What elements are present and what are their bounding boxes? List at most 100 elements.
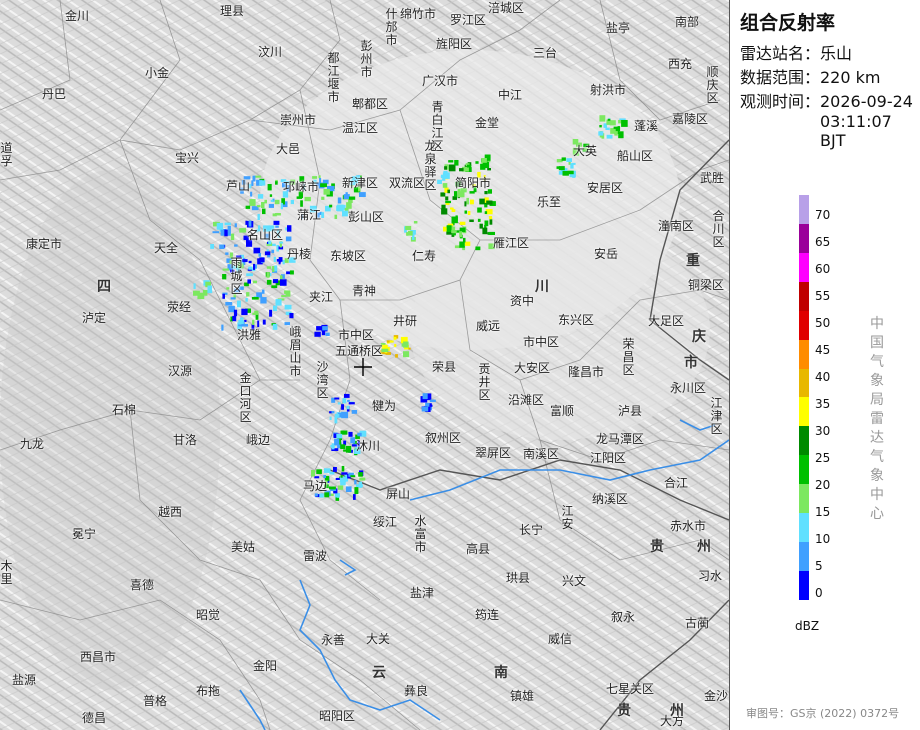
echo-cell — [482, 227, 488, 235]
echo-cell — [561, 157, 566, 161]
radar-map[interactable]: 金川 理县 什邡市 绵竹市 罗江区 涪城区 南部 盐亭 汶川 彭州市 旌阳区 三台 小金 都江堰市 广汉市西… — [0, 0, 729, 730]
province-label: 重 — [686, 253, 700, 269]
echo-cell — [330, 444, 335, 448]
echo-cell — [331, 411, 335, 414]
echo-cell — [275, 181, 278, 185]
echo-cell — [210, 244, 214, 249]
echo-cell — [324, 468, 331, 473]
place-label: 射洪市 — [590, 83, 627, 97]
echo-cell — [321, 212, 325, 218]
echo-cell — [252, 312, 259, 315]
echo-cell — [350, 475, 356, 478]
color-scale-segment — [799, 484, 809, 514]
echo-cell — [285, 236, 292, 242]
province-label: 南 — [494, 665, 508, 681]
echo-cell — [267, 184, 272, 191]
echo-cell — [224, 222, 231, 226]
echo-cell — [344, 393, 350, 398]
echo-cell — [321, 196, 325, 200]
place-label: 理县 — [220, 4, 245, 18]
echo-cell — [345, 445, 352, 453]
echo-cell — [272, 323, 278, 330]
place-label: 西充 — [668, 57, 693, 71]
echo-cell — [347, 399, 350, 402]
echo-cell — [489, 219, 493, 225]
province-label: 州 — [670, 703, 684, 719]
place-label: 威信 — [548, 632, 573, 646]
echo-cell — [467, 211, 471, 215]
echo-cell — [451, 209, 456, 212]
echo-cell — [224, 229, 228, 237]
echo-cell — [258, 253, 262, 257]
echo-cell — [599, 125, 602, 128]
echo-cell — [609, 120, 616, 126]
echo-cell — [429, 404, 433, 407]
place-label: 绵竹市 — [400, 7, 437, 21]
place-label: 涪城区 — [488, 1, 525, 15]
echo-cell — [479, 223, 483, 229]
echo-cell — [421, 406, 429, 412]
place-label: 彭州市 — [360, 39, 373, 79]
place-label: 大足区 — [648, 314, 685, 328]
echo-cell — [448, 160, 454, 163]
echo-cell — [470, 199, 474, 205]
echo-cell — [278, 260, 281, 265]
echo-cell — [261, 289, 265, 294]
range-label: 数据范围： — [740, 68, 821, 87]
province-label: 市 — [684, 355, 698, 371]
echo-cell — [248, 220, 252, 227]
echo-cell — [475, 246, 481, 251]
echo-cell — [266, 266, 272, 269]
place-label: 越西 — [158, 505, 183, 519]
place-label: 龙马潭区 — [596, 432, 645, 446]
echo-cell — [567, 170, 574, 175]
color-scale-tick: 40 — [815, 370, 831, 384]
echo-cell — [484, 220, 489, 227]
echo-cell — [245, 298, 248, 302]
organization-name: 中国气象局雷达气象中心 — [870, 316, 884, 522]
place-label: 蓬溪 — [634, 119, 659, 133]
echo-cell — [316, 469, 322, 474]
province-label: 贵 — [617, 703, 631, 719]
echo-cell — [334, 413, 340, 417]
place-label: 崇州市 — [280, 113, 317, 127]
echo-cell — [429, 399, 436, 403]
place-label: 南溪区 — [523, 447, 560, 461]
place-label: 彭山区 — [348, 210, 385, 224]
place-label: 木里 — [0, 559, 13, 586]
place-label: 长宁 — [519, 523, 544, 537]
echo-cell — [253, 263, 256, 270]
place-label: 新津区 — [342, 176, 379, 190]
echo-cell — [459, 221, 466, 225]
echo-cell — [269, 309, 273, 317]
place-label: 彝良 — [404, 684, 429, 698]
echo-cell — [459, 168, 464, 172]
radar-viewer: 金川 理县 什邡市 绵竹市 罗江区 涪城区 南部 盐亭 汶川 彭州市 旌阳区 三台 小金 都江堰市 广汉市西… — [0, 0, 920, 730]
echo-cell — [257, 213, 260, 220]
color-scale-segment — [799, 195, 809, 224]
echo-cell — [475, 161, 479, 164]
place-label: 罗江区 — [450, 13, 487, 27]
place-label: 兴文 — [562, 574, 587, 588]
echo-cell — [252, 175, 256, 182]
echo-cell — [469, 191, 475, 194]
color-scale-tick: 60 — [815, 262, 831, 276]
color-scale-tick: 5 — [815, 559, 823, 573]
place-label: 荣昌区 — [622, 337, 635, 377]
color-scale-segment — [799, 223, 809, 253]
echo-cell — [272, 266, 275, 272]
echo-cell — [248, 260, 252, 264]
color-scale-segment — [799, 252, 809, 282]
place-label: 赤水市 — [670, 519, 707, 533]
echo-cell — [250, 191, 253, 197]
place-label: 九龙 — [20, 437, 45, 451]
echo-cell — [340, 481, 346, 486]
place-label: 屏山 — [386, 487, 411, 501]
echo-cell — [239, 317, 244, 320]
echo-cell — [338, 485, 344, 490]
color-scale-segment — [799, 397, 809, 427]
echo-cell — [351, 410, 358, 414]
place-label: 汶川 — [258, 45, 283, 59]
echo-cell — [487, 168, 491, 171]
place-label: 三台 — [533, 46, 558, 60]
